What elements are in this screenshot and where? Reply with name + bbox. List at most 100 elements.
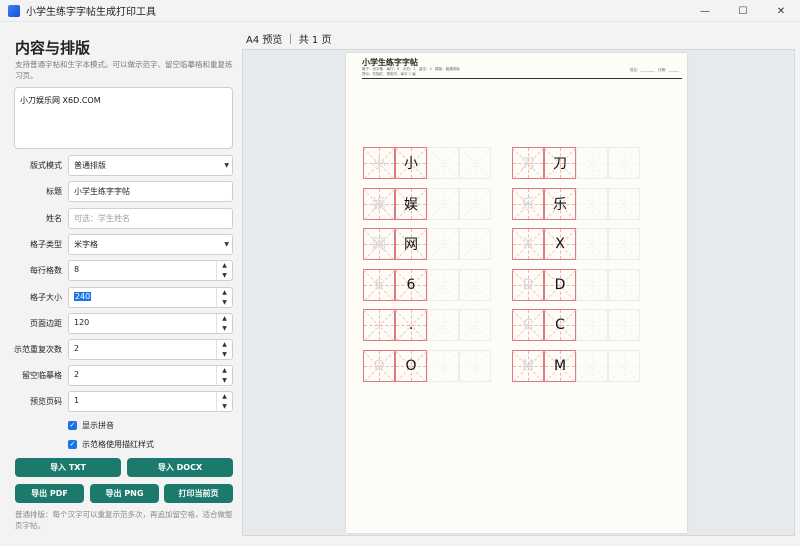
blank-cell [459, 309, 491, 341]
repeat-label: 示范重复次数 [14, 345, 62, 354]
trace-cell: 娱 [363, 187, 395, 220]
blank-cell [427, 147, 459, 179]
red-style-checkbox-row[interactable]: ✓ 示范格使用描红样式 [68, 438, 154, 450]
trace-cell: 乐 [512, 187, 544, 220]
spin-up-icon[interactable]: ▲ [217, 288, 232, 298]
repeat-row: 示范重复次数 2 ▲ ▼ [0, 339, 242, 360]
cell-character: 娱 [404, 196, 418, 213]
trace-cell: 网 [363, 228, 395, 260]
demo-cell: . [395, 309, 427, 341]
trace-cell: X [512, 228, 544, 260]
cell-character: X [555, 236, 565, 252]
page-row: 预览页码 1 ▲ ▼ [0, 391, 242, 412]
trace-cell: 小 [363, 147, 395, 179]
close-button[interactable]: ✕ [762, 0, 800, 22]
spin-down-icon[interactable]: ▼ [217, 324, 232, 334]
name-label: 姓名 [46, 214, 62, 223]
cell-character: 小 [404, 156, 418, 172]
cell-size-value: 240 [74, 292, 92, 301]
spin-up-icon[interactable]: ▲ [217, 314, 232, 324]
spin-up-icon[interactable]: ▲ [217, 261, 232, 271]
name-input[interactable]: 可选：学生姓名 [68, 208, 233, 229]
spin-down-icon[interactable]: ▼ [217, 298, 232, 308]
layout-mode-select[interactable]: 普通排版 ▼ [68, 155, 233, 176]
blank-cell [459, 187, 491, 220]
maximize-button[interactable]: ☐ [724, 0, 762, 22]
spin-down-icon[interactable]: ▼ [217, 402, 232, 412]
export-png-button[interactable]: 导出 PNG [90, 484, 159, 503]
per-row-label: 每行格数 [30, 266, 62, 275]
app-icon [8, 4, 20, 17]
chevron-down-icon: ▼ [224, 162, 229, 169]
blank-cell [608, 268, 640, 301]
cell-character: 6 [406, 276, 416, 293]
title-input[interactable]: 小学生练字字帖 [68, 181, 233, 202]
blank-cell [427, 228, 459, 260]
cell-character: C [523, 317, 533, 333]
per-row-row: 每行格数 8 ▲ ▼ [0, 260, 242, 281]
per-row-spinbox[interactable]: 8 ▲ ▼ [68, 260, 233, 281]
repeat-value: 2 [74, 344, 80, 353]
per-row-value: 8 [74, 265, 80, 274]
blank-cell [459, 349, 491, 382]
spin-up-icon[interactable]: ▲ [217, 366, 232, 376]
blank-cell [459, 228, 491, 260]
trace-cell: M [512, 349, 544, 382]
blank-cell [427, 268, 459, 301]
spin-buttons: ▲ ▼ [216, 314, 232, 333]
demo-cell: 娱 [395, 187, 427, 220]
minimize-button[interactable]: — [686, 0, 724, 22]
margin-row: 页面边距 120 ▲ ▼ [0, 313, 242, 334]
trace-cell: 刀 [512, 147, 544, 179]
blank-cell [576, 228, 608, 260]
cell-character: D [554, 276, 566, 293]
cell-size-row: 格子大小 240 ▲ ▼ [0, 287, 242, 308]
import-docx-button[interactable]: 导入 DOCX [127, 458, 233, 477]
grid-type-select[interactable]: 米字格 ▼ [68, 234, 233, 255]
footer-note: 普通排版：每个汉字可以重复示范多次，再追加留空格，适合做整页字帖。 [15, 510, 233, 530]
cell-size-spinbox[interactable]: 240 ▲ ▼ [68, 287, 233, 308]
page-value: 1 [74, 396, 80, 405]
grid-type-label: 格子类型 [30, 240, 62, 249]
spin-down-icon[interactable]: ▼ [217, 376, 232, 386]
demo-cell: 网 [395, 228, 427, 260]
preview-area[interactable]: 小学生练字字帖 格子：米字格 每行：8 示范：2 留空：2 模板：普通排版 提示… [242, 49, 795, 536]
checkmark-icon[interactable]: ✓ [68, 420, 77, 430]
repeat-spinbox[interactable]: 2 ▲ ▼ [68, 339, 233, 360]
trace-cell: 6 [363, 268, 395, 301]
name-row: 姓名 可选：学生姓名 [0, 208, 242, 229]
export-pdf-button[interactable]: 导出 PDF [15, 484, 84, 503]
cell-character: M [553, 357, 567, 374]
trace-cell: D [512, 268, 544, 301]
margin-spinbox[interactable]: 120 ▲ ▼ [68, 313, 233, 334]
spin-up-icon[interactable]: ▲ [217, 340, 232, 350]
blank-cell [427, 187, 459, 220]
print-page-button[interactable]: 打印当前页 [164, 484, 233, 503]
spin-up-icon[interactable]: ▲ [217, 392, 232, 402]
trace-cell: O [363, 349, 395, 382]
spin-down-icon[interactable]: ▼ [217, 271, 232, 281]
cell-character: 网 [372, 237, 386, 253]
spin-down-icon[interactable]: ▼ [217, 350, 232, 360]
blank-cell [608, 349, 640, 382]
cell-character: . [408, 317, 414, 333]
section-description: 支持普通字帖和生字本模式。可以做示范字、留空临摹格和重复练习页。 [15, 60, 233, 80]
pinyin-checkbox-row[interactable]: ✓ 显示拼音 [68, 419, 114, 431]
blank-cell [459, 147, 491, 179]
cell-size-label: 格子大小 [30, 293, 62, 302]
blank-spinbox[interactable]: 2 ▲ ▼ [68, 365, 233, 386]
cell-character: 娱 [372, 196, 386, 213]
import-txt-button[interactable]: 导入 TXT [15, 458, 121, 477]
margin-value: 120 [74, 318, 90, 327]
blank-cell [427, 309, 459, 341]
content-textarea[interactable]: 小刀娱乐网 X6D.COM [14, 87, 233, 149]
cell-character: 刀 [521, 156, 535, 172]
demo-cell: 小 [395, 147, 427, 179]
checkmark-icon[interactable]: ✓ [68, 439, 77, 449]
page-spinbox[interactable]: 1 ▲ ▼ [68, 391, 233, 412]
cell-character: 小 [372, 156, 386, 172]
left-panel: 内容与排版 支持普通字帖和生字本模式。可以做示范字、留空临摹格和重复练习页。 小… [0, 22, 242, 546]
spin-buttons: ▲ ▼ [216, 392, 232, 411]
red-style-checkbox-label: 示范格使用描红样式 [82, 439, 154, 449]
cell-character: O [405, 357, 417, 374]
